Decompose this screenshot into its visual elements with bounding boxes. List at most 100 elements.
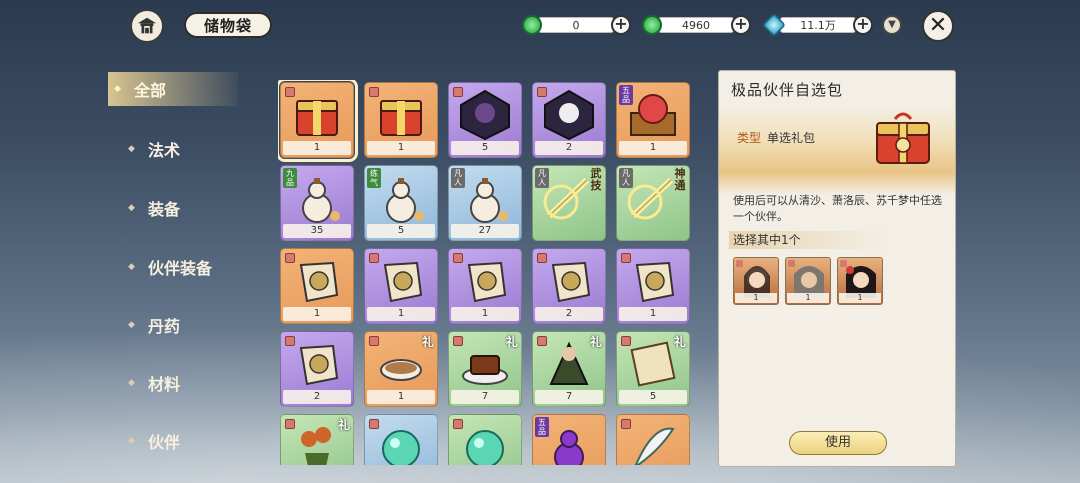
- equipment-fragment-icon: [635, 261, 675, 303]
- choice-option[interactable]: 1: [733, 257, 779, 305]
- sidebar-item-label: 全部: [134, 81, 167, 100]
- inventory-item[interactable]: 1: [616, 248, 690, 324]
- lock-icon: [369, 419, 379, 429]
- grade-badge: 九品: [283, 168, 297, 188]
- sidebar-item-equipment[interactable]: ◆ 装备: [108, 191, 238, 225]
- roast-meat-icon: [462, 355, 508, 385]
- sidebar-item-pills[interactable]: ◆ 丹药: [108, 308, 238, 342]
- sidebar-item-label: 材料: [148, 375, 181, 394]
- inventory-item[interactable]: 练气 5: [364, 165, 438, 241]
- sidebar-item-label: 法术: [148, 141, 181, 160]
- inventory-item[interactable]: [616, 414, 690, 465]
- item-count: 1: [619, 307, 687, 321]
- gift-chest-2-icon: [380, 100, 422, 136]
- sidebar-item-all[interactable]: ◆ 全部: [108, 72, 238, 106]
- inventory-item[interactable]: 凡人 27: [448, 165, 522, 241]
- robe-figure-icon: [549, 341, 589, 385]
- inventory-item[interactable]: 1: [364, 248, 438, 324]
- item-type-value: 单选礼包: [767, 131, 816, 145]
- inventory-item[interactable]: 5: [448, 82, 522, 158]
- item-count: 2: [283, 390, 351, 404]
- chevron-down-icon[interactable]: ▼: [882, 15, 902, 35]
- item-count: 1: [619, 141, 687, 155]
- item-count: 2: [535, 307, 603, 321]
- lock-icon: [453, 253, 463, 263]
- sidebar-item-companions[interactable]: ◆ 伙伴: [108, 424, 238, 458]
- inventory-item[interactable]: 2: [532, 248, 606, 324]
- gift-tag: 礼: [673, 335, 686, 349]
- equipment-fragment-icon: [383, 261, 423, 303]
- inventory-item[interactable]: 1: [278, 80, 358, 162]
- grade-badge: 五品: [619, 85, 633, 105]
- gift-tag: 礼: [505, 335, 518, 349]
- item-count: 1: [283, 141, 351, 155]
- inventory-item[interactable]: 1: [448, 248, 522, 324]
- add-currency-button[interactable]: +: [731, 15, 751, 35]
- inventory-item[interactable]: 礼7: [448, 331, 522, 407]
- gourd-potion-icon: [386, 178, 424, 223]
- inventory-item[interactable]: 礼1: [364, 331, 438, 407]
- diamond-icon: ◆: [128, 203, 135, 213]
- page-title: 储物袋: [184, 12, 272, 38]
- item-count: 5: [367, 224, 435, 238]
- lock-icon: [369, 253, 379, 263]
- inventory-item[interactable]: 1: [280, 248, 354, 324]
- purple-gourd-icon: [554, 430, 584, 465]
- inventory-item[interactable]: 礼: [280, 414, 354, 465]
- inventory-item[interactable]: 礼5: [616, 331, 690, 407]
- item-count: 7: [451, 390, 519, 404]
- sidebar-item-companion-equipment[interactable]: ◆ 伙伴装备: [108, 250, 238, 284]
- lock-icon: [369, 87, 379, 97]
- equipment-fragment-icon: [467, 261, 507, 303]
- lock-icon: [621, 336, 631, 346]
- lock-icon: [537, 336, 547, 346]
- inventory-item[interactable]: 九品 35: [280, 165, 354, 241]
- choice-option[interactable]: 1: [785, 257, 831, 305]
- lock-icon: [285, 419, 295, 429]
- home-button[interactable]: [130, 9, 164, 43]
- currency-jade: 0 +: [522, 14, 631, 36]
- inventory-item[interactable]: [448, 414, 522, 465]
- add-currency-button[interactable]: +: [853, 15, 873, 35]
- currency-value: 4960: [658, 17, 734, 33]
- item-count: 5: [619, 390, 687, 404]
- use-button[interactable]: 使用: [789, 431, 887, 455]
- equipment-fragment-icon: [551, 261, 591, 303]
- inventory-item[interactable]: [364, 414, 438, 465]
- inventory-item[interactable]: 2: [532, 82, 606, 158]
- diamond-icon: ◆: [128, 320, 135, 330]
- lock-icon: [840, 260, 847, 267]
- grade-badge: 凡人: [535, 168, 549, 188]
- lock-icon: [788, 260, 795, 267]
- sidebar-item-label: 伙伴: [148, 433, 181, 452]
- sidebar-item-materials[interactable]: ◆ 材料: [108, 366, 238, 400]
- sidebar-item-spells[interactable]: ◆ 法术: [108, 132, 238, 166]
- inventory-item[interactable]: 凡人 神通: [616, 165, 690, 241]
- gourd-potion-icon: [302, 178, 340, 223]
- red-orb-box-icon: [630, 94, 676, 136]
- item-count: 1: [367, 141, 435, 155]
- lock-icon: [453, 419, 463, 429]
- companion-shard-white-icon: [544, 89, 594, 141]
- inventory-item[interactable]: 五品 1: [616, 82, 690, 158]
- choice-option[interactable]: 1: [837, 257, 883, 305]
- inventory-item[interactable]: 凡人 武技: [532, 165, 606, 241]
- add-currency-button[interactable]: +: [611, 15, 631, 35]
- lock-icon: [285, 336, 295, 346]
- grade-badge: 练气: [367, 168, 381, 188]
- inventory-item[interactable]: 1: [364, 82, 438, 158]
- feather-fan-icon: [634, 427, 675, 465]
- lock-icon: [537, 253, 547, 263]
- equipment-fragment-icon: [299, 344, 339, 386]
- close-button[interactable]: ✕: [922, 10, 954, 42]
- top-bar: 储物袋 0 + 4960 + 11.1万 + ▼ ✕: [0, 0, 1080, 52]
- choice-count: 1: [735, 293, 777, 303]
- inventory-item[interactable]: 礼7: [532, 331, 606, 407]
- grade-badge: 五品: [535, 417, 549, 437]
- gourd-potion-icon: [470, 178, 508, 223]
- inventory-item[interactable]: 2: [280, 331, 354, 407]
- gift-chest-icon: [296, 100, 338, 136]
- lock-icon: [736, 260, 743, 267]
- inventory-item[interactable]: 五品: [532, 414, 606, 465]
- soup-bowl-icon: [380, 359, 422, 381]
